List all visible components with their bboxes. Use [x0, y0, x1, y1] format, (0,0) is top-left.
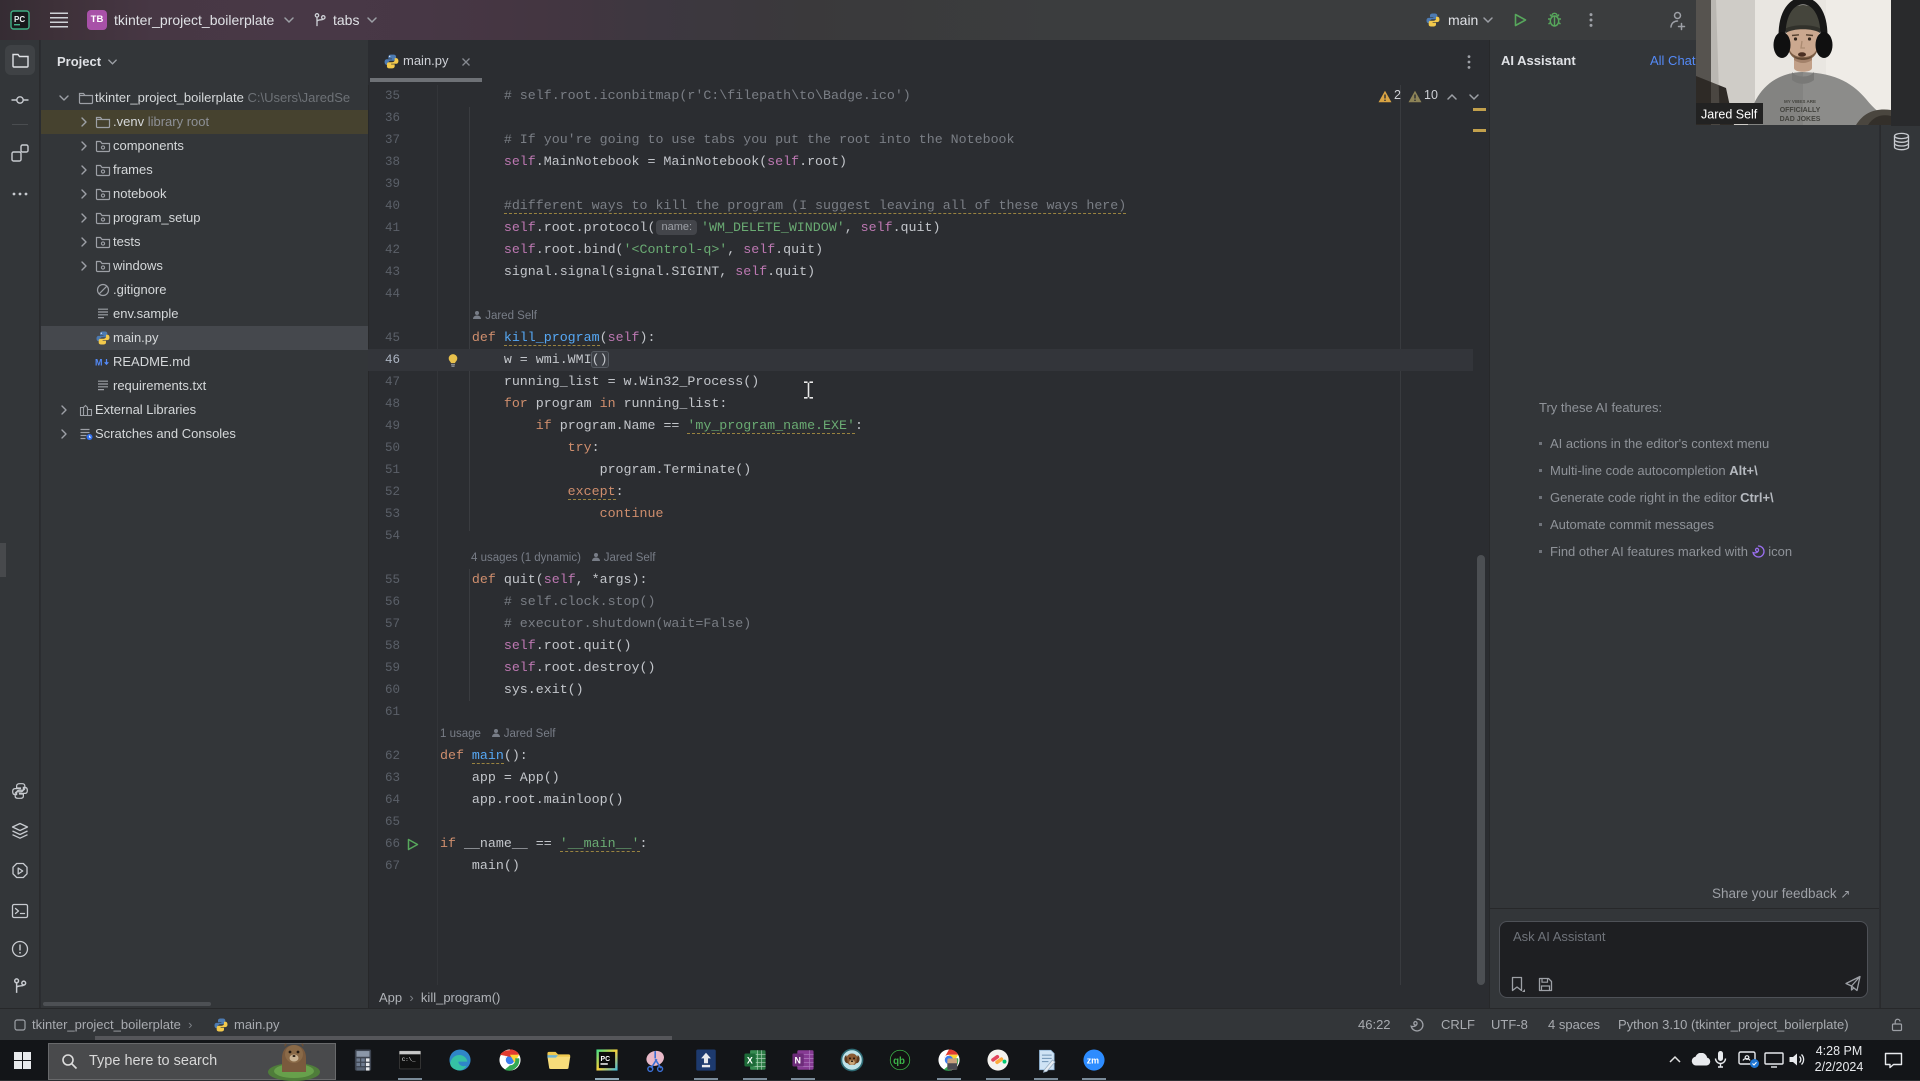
svg-text:DAD JOKES: DAD JOKES	[1780, 116, 1821, 123]
svg-text:C:\_: C:\_	[402, 1056, 416, 1063]
svg-text:M: M	[95, 358, 103, 368]
svg-text:Jared Self: Jared Self	[1701, 108, 1758, 122]
svg-text:OFFICIALLY: OFFICIALLY	[1780, 107, 1821, 114]
svg-text:X: X	[747, 1055, 753, 1065]
svg-text:N: N	[794, 1055, 800, 1065]
svg-text:MY VIBES ARE: MY VIBES ARE	[1784, 99, 1816, 104]
svg-text:PC: PC	[14, 15, 25, 24]
svg-text:PC: PC	[601, 1056, 611, 1063]
svg-text:qb: qb	[893, 1056, 905, 1067]
svg-text:zm: zm	[1087, 1056, 1099, 1066]
